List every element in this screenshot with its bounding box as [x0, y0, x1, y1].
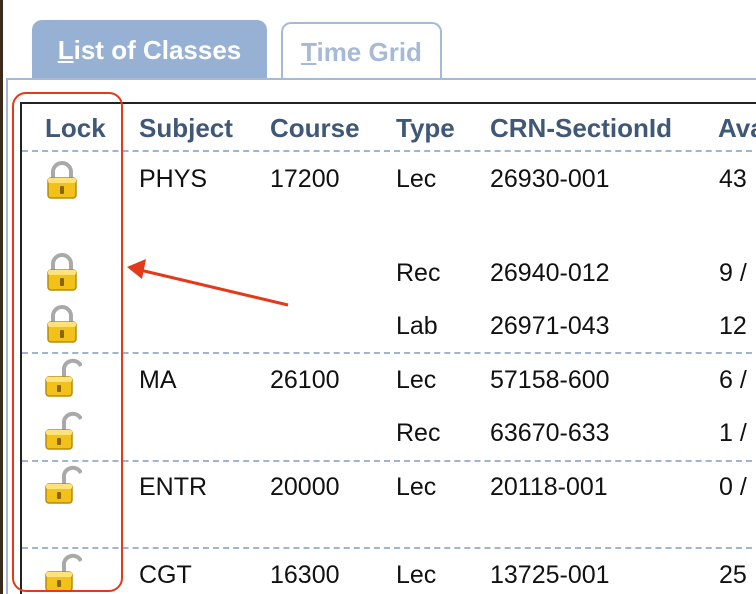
header-crn[interactable]: CRN-SectionId — [490, 113, 672, 144]
cell-availability: 6 / — [719, 366, 747, 394]
cell-type: Rec — [396, 419, 441, 447]
tab-label: ime Grid — [316, 37, 422, 67]
cell-type: Lab — [396, 312, 438, 340]
cell-type: Lec — [396, 561, 437, 589]
cell-crn: 63670-633 — [490, 419, 610, 447]
cell-crn: 13725-001 — [490, 561, 610, 589]
tab-label: ist of Classes — [73, 35, 242, 65]
cell-availability: 12 — [719, 312, 747, 340]
cell-course: 16300 — [270, 561, 340, 589]
cell-crn: 57158-600 — [490, 366, 610, 394]
cell-availability: 9 / — [719, 259, 747, 287]
cell-course: 17200 — [270, 165, 340, 193]
cell-subject: MA — [139, 366, 177, 394]
row-divider — [22, 460, 756, 462]
cell-subject: ENTR — [139, 473, 208, 501]
tab-accesskey: T — [301, 37, 317, 67]
cell-crn: 26940-012 — [490, 259, 610, 287]
tab-time-grid[interactable]: Time Grid — [281, 22, 442, 80]
header-subject[interactable]: Subject — [139, 113, 233, 144]
cell-type: Rec — [396, 259, 441, 287]
lock-column-highlight — [12, 92, 123, 592]
row-divider — [22, 547, 756, 549]
cell-availability: 43 — [719, 165, 747, 193]
cell-availability: 25 — [719, 561, 747, 589]
tab-accesskey: L — [57, 35, 74, 65]
cell-availability: 0 / — [719, 473, 747, 501]
cell-type: Lec — [396, 473, 437, 501]
cell-course: 20000 — [270, 473, 340, 501]
cell-crn: 26971-043 — [490, 312, 610, 340]
header-availability[interactable]: Ava — [718, 113, 756, 144]
class-table — [20, 102, 756, 594]
cell-type: Lec — [396, 165, 437, 193]
header-divider — [22, 150, 756, 152]
header-course[interactable]: Course — [270, 113, 360, 144]
cell-crn: 20118-001 — [490, 473, 608, 501]
cell-course: 26100 — [270, 366, 340, 394]
tab-list-of-classes[interactable]: List of Classes — [32, 20, 267, 80]
cell-subject: PHYS — [139, 165, 208, 193]
cell-type: Lec — [396, 366, 437, 394]
cell-crn: 26930-001 — [490, 165, 610, 193]
header-type[interactable]: Type — [396, 113, 455, 144]
cell-availability: 1 / — [719, 419, 747, 447]
window-edge — [0, 0, 3, 594]
cell-subject: CGT — [139, 561, 192, 589]
row-divider — [22, 352, 756, 354]
